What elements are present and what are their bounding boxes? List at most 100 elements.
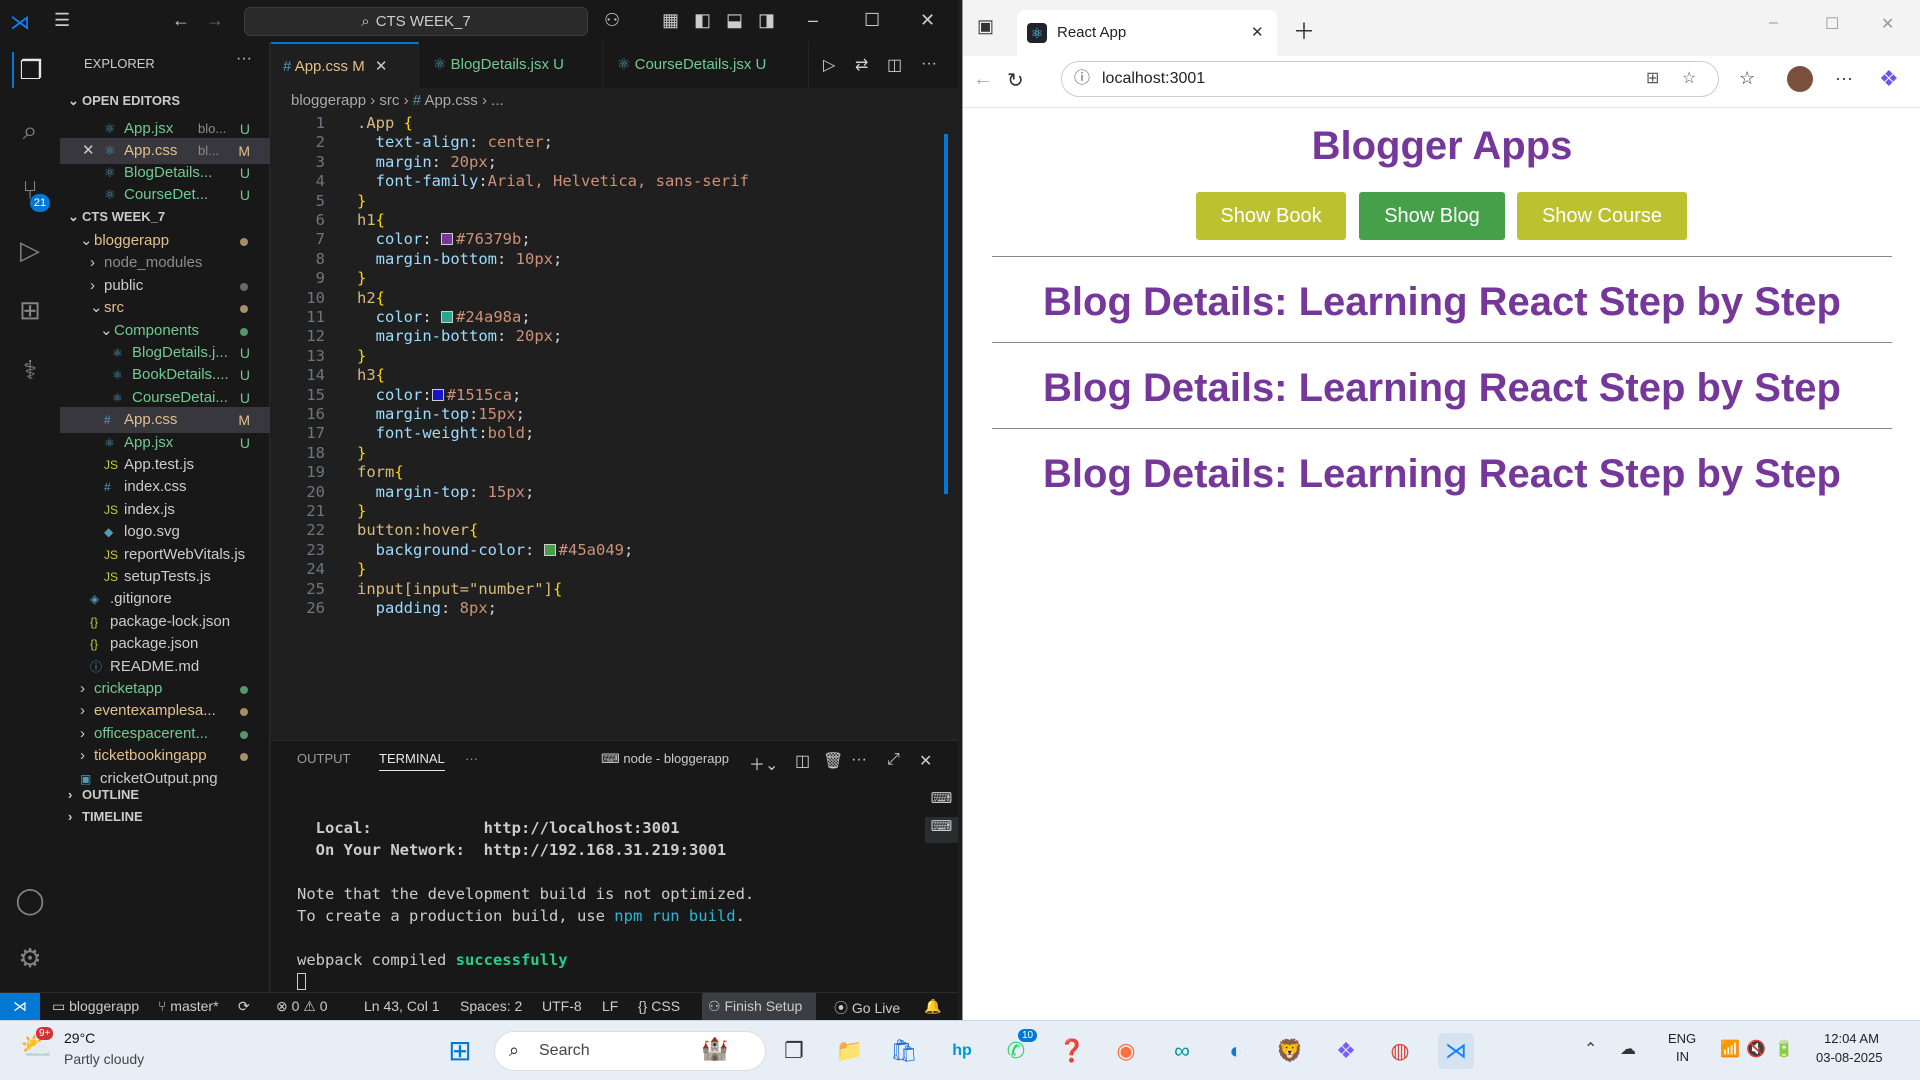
code-line[interactable]: margin-bottom: 10px;	[357, 250, 563, 268]
tab-blogdetails[interactable]: ⚛ BlogDetails.jsx U	[421, 42, 603, 88]
tab-coursedetails[interactable]: ⚛ CourseDetails.jsx U	[605, 42, 809, 88]
split-editor-icon[interactable]: ◫	[887, 55, 902, 75]
minimize-icon[interactable]: –	[808, 10, 818, 31]
color-swatch[interactable]	[441, 233, 454, 246]
status-language[interactable]: {} CSS	[638, 998, 680, 1014]
toggle-panel-icon[interactable]: ⬓	[726, 10, 743, 31]
status-problems[interactable]: ⊗ 0 ⚠ 0	[276, 998, 328, 1015]
code-line[interactable]: .App {	[357, 114, 413, 132]
code-line[interactable]: margin-top: 15px;	[357, 483, 535, 501]
terminal-list-icon[interactable]: ⌨	[925, 789, 958, 815]
tab-terminal[interactable]: TERMINAL	[379, 751, 445, 771]
code-line[interactable]: input[input="number"]{	[357, 580, 562, 598]
copilot-icon[interactable]: ❖	[1328, 1033, 1364, 1069]
file-explorer-icon[interactable]: 📁	[832, 1033, 868, 1069]
favorite-star-icon[interactable]: ☆	[1682, 62, 1696, 96]
copilot-icon[interactable]: ⚇	[604, 10, 620, 31]
new-tab-icon[interactable]: ＋	[1293, 14, 1315, 46]
timeline-section[interactable]: › TIMELINE	[60, 804, 270, 830]
chrome-icon[interactable]: ◍	[1382, 1033, 1418, 1069]
maximize-panel-icon[interactable]: ⤢	[887, 751, 900, 769]
close-tab-icon[interactable]: ✕	[375, 58, 388, 75]
code-line[interactable]: form{	[357, 463, 404, 481]
crumb-src[interactable]: src	[379, 92, 399, 109]
close-panel-icon[interactable]: ✕	[919, 751, 932, 771]
hp-icon[interactable]: hp	[944, 1033, 980, 1069]
gear-icon[interactable]: ⚙	[12, 940, 48, 976]
menu-icon[interactable]: ☰	[54, 10, 70, 31]
color-swatch[interactable]	[441, 311, 454, 323]
code-line[interactable]: h2{	[357, 289, 385, 307]
tab-output[interactable]: OUTPUT	[297, 751, 350, 766]
status-eol[interactable]: LF	[602, 998, 618, 1014]
arduino-icon[interactable]: ∞	[1164, 1033, 1200, 1069]
show-book-button[interactable]: Show Book	[1196, 192, 1346, 240]
show-blog-button[interactable]: Show Blog	[1359, 192, 1505, 240]
task-view-icon[interactable]: ❐	[776, 1033, 812, 1069]
code-line[interactable]: color: #1515ca;	[357, 386, 522, 404]
battery-icon[interactable]: 🔋	[1774, 1039, 1794, 1059]
minimize-icon[interactable]: –	[1769, 14, 1778, 32]
open-editors-section[interactable]: ⌄ OPEN EDITORS	[60, 88, 270, 114]
start-icon[interactable]: ⊞	[442, 1033, 478, 1069]
new-terminal-icon[interactable]: ＋⌄	[749, 751, 778, 775]
code-line[interactable]: font-weight:bold;	[357, 424, 535, 442]
maximize-icon[interactable]: ☐	[1825, 14, 1839, 34]
go-live-button[interactable]: ⦿ Go Live	[834, 998, 900, 1018]
code-line[interactable]: }	[357, 444, 366, 462]
help-icon[interactable]: ❓	[1054, 1033, 1090, 1069]
color-swatch[interactable]	[431, 388, 444, 401]
crumb-more[interactable]: ...	[491, 92, 504, 109]
wifi-icon[interactable]: 📶	[1720, 1039, 1740, 1059]
maximize-icon[interactable]: ☐	[864, 10, 880, 31]
status-branch[interactable]: ⑂ master*	[158, 998, 219, 1014]
explorer-icon[interactable]: ❐	[12, 52, 48, 88]
region-indicator[interactable]: IN	[1676, 1049, 1689, 1064]
app-available-icon[interactable]: ⊞	[1646, 62, 1659, 96]
avatar[interactable]	[1787, 66, 1813, 92]
code-line[interactable]: text-align: center;	[357, 133, 553, 151]
code-line[interactable]: background-color: #45a049;	[357, 541, 634, 559]
code-line[interactable]: color: #24a98a;	[357, 308, 531, 326]
code-line[interactable]: }	[357, 192, 366, 210]
compare-icon[interactable]: ⇄	[855, 55, 868, 75]
language-indicator[interactable]: ENG	[1668, 1031, 1696, 1046]
bell-icon[interactable]: 🔔	[924, 998, 941, 1015]
tab-actions-icon[interactable]: ▣	[977, 16, 994, 37]
tab-app-css[interactable]: # App.css M ✕	[271, 42, 419, 88]
favorites-icon[interactable]: ☆	[1739, 68, 1755, 89]
settings-more-icon[interactable]: ···	[1835, 68, 1853, 89]
code-line[interactable]: h3{	[357, 366, 385, 384]
close-window-icon[interactable]: ✕	[1881, 14, 1894, 34]
onedrive-icon[interactable]: ☁	[1620, 1039, 1636, 1059]
code-line[interactable]: margin-top:15px;	[357, 405, 525, 423]
run-icon[interactable]: ▷	[823, 55, 835, 75]
terminal-output[interactable]: Local: http://localhost:3001 On Your Net…	[297, 817, 754, 971]
terminal-name[interactable]: ⌨ node - bloggerapp	[601, 751, 729, 767]
edge-icon[interactable]: ◐	[1218, 1033, 1254, 1069]
close-icon[interactable]: ✕	[920, 10, 935, 31]
toggle-sidebar-icon[interactable]: ◧	[694, 10, 711, 31]
crumb-bloggerapp[interactable]: bloggerapp	[291, 92, 366, 109]
code-line[interactable]: margin-bottom: 20px;	[357, 327, 563, 345]
code-line[interactable]: color: #76379b;	[357, 230, 531, 248]
remote-icon[interactable]: ⋊	[0, 993, 40, 1021]
taskbar-search[interactable]: ⌕ Search 🏰	[494, 1031, 766, 1071]
code-line[interactable]: }	[357, 502, 366, 520]
account-icon[interactable]: ◯	[12, 882, 48, 918]
firefox-icon[interactable]: ◉	[1108, 1033, 1144, 1069]
run-debug-icon[interactable]: ▷	[12, 232, 48, 268]
layout-icon[interactable]: ▦	[662, 10, 679, 31]
clock-time[interactable]: 12:04 AM	[1824, 1031, 1879, 1046]
command-center[interactable]: ⌕ CTS WEEK_7	[244, 7, 588, 36]
weather-desc[interactable]: Partly cloudy	[64, 1051, 144, 1067]
back-arrow-icon[interactable]: ←	[973, 68, 993, 91]
refresh-icon[interactable]: ↻	[1007, 68, 1024, 93]
address-bar[interactable]: ⓘ localhost:3001 ⊞ ☆	[1061, 61, 1719, 97]
forward-arrow-icon[interactable]: →	[206, 10, 224, 31]
extensions-icon[interactable]: ⊞	[12, 292, 48, 328]
code-line[interactable]: }	[357, 560, 366, 578]
volume-muted-icon[interactable]: 🔇	[1746, 1039, 1766, 1059]
brave-icon[interactable]: 🦁	[1272, 1033, 1308, 1069]
show-course-button[interactable]: Show Course	[1517, 192, 1687, 240]
